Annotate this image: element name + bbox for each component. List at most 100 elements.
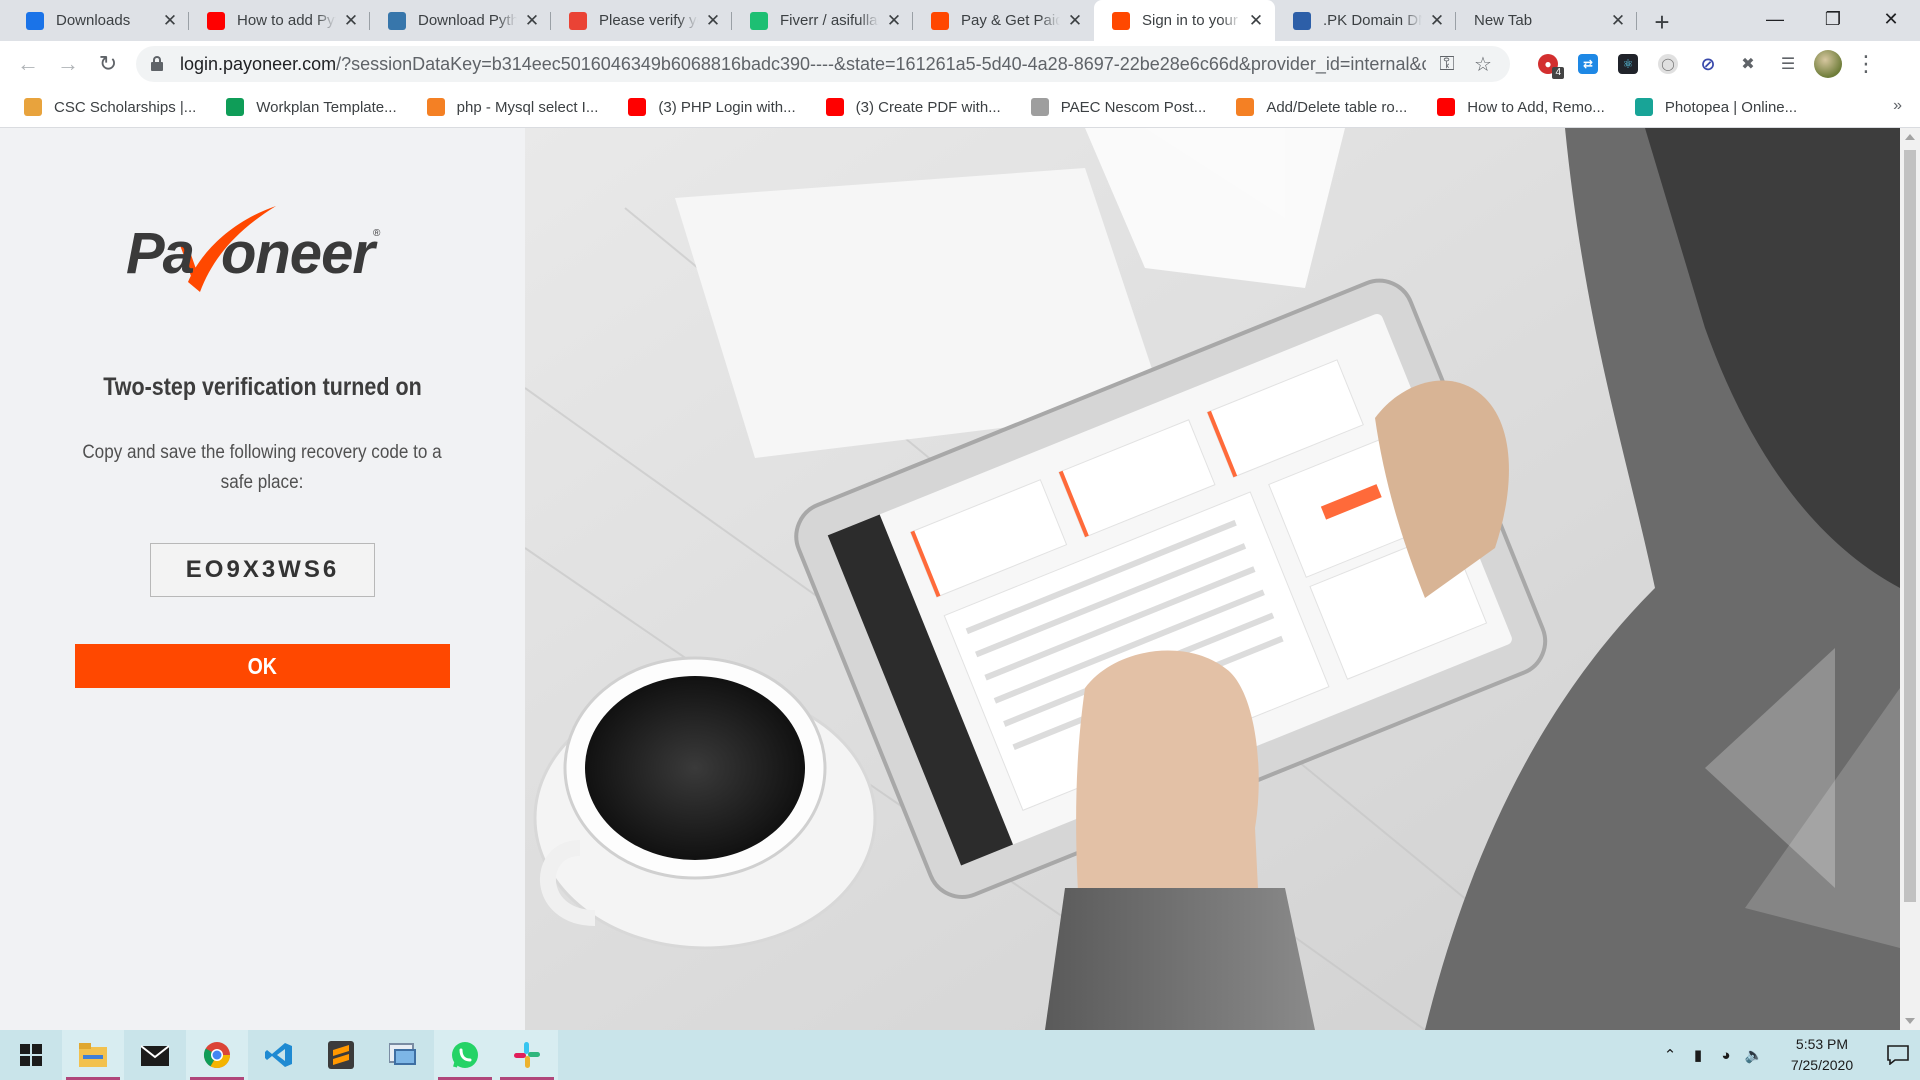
python-icon [388,11,406,30]
ok-button[interactable]: OK [75,644,450,688]
fiverr-icon [750,11,768,30]
browser-tab[interactable]: Pay & Get Paid ✕ [913,0,1094,41]
bookmark-label: Workplan Template... [256,98,397,116]
browser-tab[interactable]: Download Pyth ✕ [370,0,551,41]
bookmark-item[interactable]: Photopea | Online... [1627,92,1805,122]
bookmark-item[interactable]: php - Mysql select I... [419,92,607,122]
vscode-icon[interactable] [248,1030,310,1080]
recovery-code-field[interactable]: EO9X3WS6 [150,543,375,597]
paec-icon [1030,98,1049,116]
screen-extension-icon[interactable]: ⇄ [1572,48,1604,80]
bookmark-item[interactable]: How to Add, Remo... [1429,92,1613,122]
sheets-plus-icon [226,98,245,116]
address-bar[interactable]: login.payoneer.com/?sessionDataKey=b314e… [136,46,1510,82]
hero-illustration [525,128,1900,1030]
page-scrollbar[interactable] [1900,128,1920,1030]
close-tab-icon[interactable]: ✕ [342,11,360,30]
close-tab-icon[interactable]: ✕ [523,11,541,30]
block-extension-icon[interactable]: ⊘ [1692,48,1724,80]
bookmark-star-icon[interactable]: ☆ [1468,49,1498,79]
extensions-puzzle-icon[interactable]: ✖ [1732,48,1764,80]
bookmarks-overflow-icon[interactable]: » [1893,97,1902,115]
bookmark-item[interactable]: Add/Delete table ro... [1228,92,1415,122]
browser-menu-icon[interactable]: ⋮ [1852,51,1880,77]
close-tab-icon[interactable]: ✕ [885,11,903,30]
volume-icon[interactable]: 🔈 [1740,1030,1768,1080]
bookmark-item[interactable]: CSC Scholarships |... [16,92,204,122]
remote-desktop-icon[interactable] [372,1030,434,1080]
adblock-extension-icon[interactable]: ● 4 [1532,48,1564,80]
tab-list: Downloads ✕ How to add Pyt ✕ Download Pyth ✕ P… [0,0,1637,41]
instructions-text: Copy and save the following recovery cod… [82,442,442,493]
bookmark-label: php - Mysql select I... [456,98,599,116]
photopea-icon [1634,98,1653,116]
tab-title: .PK Domain DN [1323,12,1422,29]
bookmark-item[interactable]: (3) PHP Login with... [620,92,803,122]
browser-tab[interactable]: .PK Domain DN ✕ [1275,0,1456,41]
browser-toolbar: ← → ↻ login.payoneer.com/?sessionDataKey… [0,41,1920,87]
close-tab-icon[interactable]: ✕ [1066,11,1084,30]
reload-button[interactable]: ↻ [88,44,128,84]
media-control-icon[interactable]: ☰ [1772,48,1804,80]
bookmark-item[interactable]: Workplan Template... [218,92,404,122]
browser-tab[interactable]: Please verify yo ✕ [551,0,732,41]
back-button[interactable]: ← [8,44,48,84]
url-text[interactable]: login.payoneer.com/?sessionDataKey=b314e… [180,54,1426,75]
bookmark-item[interactable]: (3) Create PDF with... [818,92,1009,122]
sublime-text-icon[interactable] [310,1030,372,1080]
lock-icon[interactable] [150,56,164,72]
mail-icon[interactable] [124,1030,186,1080]
scrollbar-thumb[interactable] [1904,150,1916,902]
scroll-down-arrow[interactable] [1905,1018,1915,1024]
new-tab-button[interactable]: + [1645,6,1679,40]
slack-icon[interactable] [496,1030,558,1080]
windows-start-icon[interactable] [0,1030,62,1080]
url-host: login.payoneer.com [180,53,337,74]
browser-tab[interactable]: New Tab ✕ [1456,0,1637,41]
close-window-button[interactable]: ✕ [1862,0,1920,38]
close-tab-icon[interactable]: ✕ [704,11,722,30]
browser-tab-strip: Downloads ✕ How to add Pyt ✕ Download Pyth ✕ P… [0,0,1920,41]
payoneer-tab-icon [931,11,949,30]
system-tray: ⌃ ▮ ◕ 🔈 5:53 PM 7/25/2020 [1656,1030,1920,1080]
minimize-button[interactable]: — [1746,0,1804,38]
maximize-button[interactable]: ❐ [1804,0,1862,38]
react-devtools-icon[interactable]: ⚛ [1612,48,1644,80]
browser-tab[interactable]: Downloads ✕ [8,0,189,41]
browser-tab[interactable]: Fiverr / asifullal ✕ [732,0,913,41]
tab-title: Pay & Get Paid [961,12,1060,29]
pk-domain-icon [1293,11,1311,30]
youtube-icon [1437,98,1456,116]
whatsapp-icon[interactable] [434,1030,496,1080]
page-viewport: Pa oneer ® Two-step verification turned o… [0,128,1920,1030]
close-tab-icon[interactable]: ✕ [1428,11,1446,30]
bookmark-label: How to Add, Remo... [1467,98,1605,116]
profile-avatar[interactable] [1812,48,1844,80]
ok-button-label: OK [247,652,278,679]
wifi-icon[interactable]: ◕ [1712,1030,1740,1080]
bookmark-item[interactable]: PAEC Nescom Post... [1023,92,1215,122]
verification-panel: Pa oneer ® Two-step verification turned o… [0,128,525,1030]
forward-button[interactable]: → [48,44,88,84]
battery-icon[interactable]: ▮ [1684,1030,1712,1080]
show-hidden-icons-chevron-icon[interactable]: ⌃ [1656,1030,1684,1080]
payoneer-tab-icon [1112,11,1130,30]
system-clock[interactable]: 5:53 PM 7/25/2020 [1774,1034,1870,1076]
bookmark-label: PAEC Nescom Post... [1060,98,1207,116]
tab-title: New Tab [1474,12,1533,29]
url-path: /?sessionDataKey=b314eec5016046349b60688… [336,53,1426,74]
tracker-extension-icon[interactable]: ◯ [1652,48,1684,80]
browser-tab[interactable]: Sign in to your ✕ [1094,0,1275,41]
scroll-up-arrow[interactable] [1905,134,1915,140]
hero-photo [525,128,1900,1030]
file-explorer-icon[interactable] [62,1030,124,1080]
chrome-icon[interactable] [186,1030,248,1080]
browser-tab[interactable]: How to add Pyt ✕ [189,0,370,41]
tab-title: Sign in to your [1142,12,1238,29]
action-center-icon[interactable] [1876,1030,1920,1080]
close-tab-icon[interactable]: ✕ [1247,11,1265,30]
clock-date: 7/25/2020 [1790,1057,1854,1073]
close-tab-icon[interactable]: ✕ [1609,11,1627,30]
key-icon[interactable]: ⚿ [1432,49,1462,79]
close-tab-icon[interactable]: ✕ [161,11,179,30]
